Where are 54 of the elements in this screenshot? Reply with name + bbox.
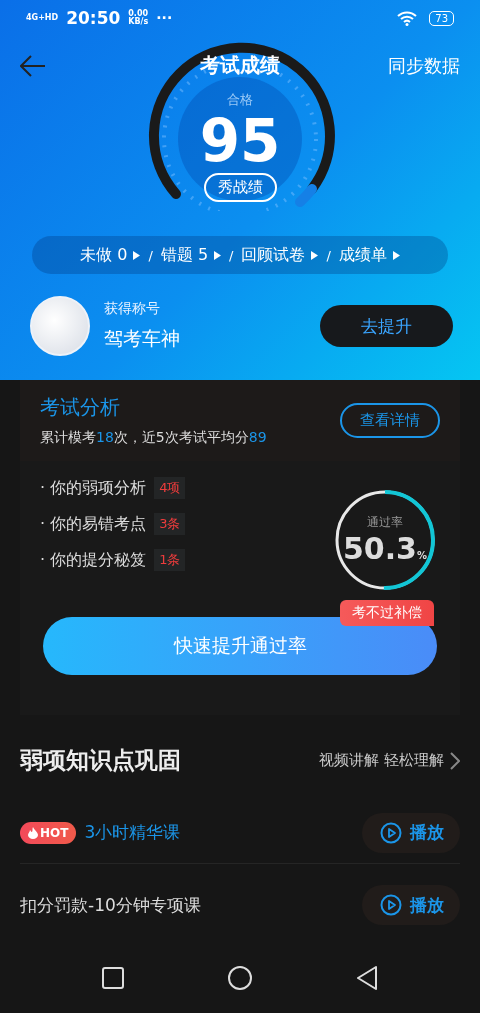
recents-icon[interactable]: [102, 967, 124, 989]
wifi-icon: [397, 10, 418, 26]
analysis-item[interactable]: · 你的提分秘笈: [40, 549, 147, 571]
play-icon: [380, 821, 402, 844]
avatar: [30, 296, 90, 356]
triangle-right-icon: [311, 250, 319, 260]
pass-rate-label: 通过率: [367, 514, 403, 531]
video-link[interactable]: 视频讲解 轻松理解: [319, 751, 460, 770]
analysis-item[interactable]: · 你的弱项分析: [40, 477, 147, 499]
result-text: 合格: [227, 91, 253, 109]
network-indicator: 4G+HD: [26, 14, 59, 22]
play-icon: [380, 894, 402, 916]
count-badge: 4项: [154, 477, 186, 499]
speed-text: 0.00: [128, 10, 149, 18]
clock-text: 20:50: [66, 8, 121, 28]
shortcut-link[interactable]: 错题 5: [160, 244, 222, 266]
analysis-title: 考试分析: [40, 394, 121, 421]
section-title: 弱项知识点巩固: [20, 746, 181, 775]
sync-data-link[interactable]: 同步数据: [388, 53, 460, 78]
separator-text: /: [326, 247, 331, 263]
play-button[interactable]: 播放: [362, 885, 460, 925]
more-text: ···: [156, 11, 173, 25]
improve-button[interactable]: 去提升: [320, 305, 453, 347]
play-button[interactable]: 播放: [362, 812, 460, 853]
summary-text: 累计模考18次，近5次考试平均分89: [40, 429, 267, 447]
score-value: 95: [199, 109, 281, 173]
battery-indicator: 73: [429, 10, 454, 26]
triangle-right-icon: [392, 250, 400, 260]
chevron-right-icon: [450, 751, 460, 770]
view-details-button[interactable]: 查看详情: [340, 403, 440, 438]
separator-text: /: [148, 247, 153, 263]
separator-text: /: [229, 247, 234, 263]
shortcut-link[interactable]: 未做 0: [80, 244, 141, 266]
course-title[interactable]: 3小时精华课: [84, 821, 362, 844]
share-score-button[interactable]: 秀战绩: [203, 173, 277, 202]
course-title[interactable]: 扣分罚款-10分钟专项课: [20, 893, 362, 917]
count-badge: 1条: [154, 549, 186, 571]
compensation-tag: 考不过补偿: [340, 600, 434, 626]
back-arrow-icon[interactable]: [20, 54, 46, 77]
triangle-right-icon: [133, 250, 141, 260]
home-icon[interactable]: [228, 966, 252, 990]
pass-rate-value: 50.3%: [342, 531, 428, 566]
shortcut-link[interactable]: 回顾试卷: [241, 244, 319, 266]
title-caption: 获得称号: [104, 300, 161, 318]
triangle-right-icon: [214, 250, 222, 260]
speed-unit-text: KB/s: [128, 18, 149, 26]
shortcut-link[interactable]: 成绩单: [338, 244, 400, 266]
count-badge: 3条: [154, 513, 186, 535]
flame-icon: [28, 826, 38, 839]
back-icon[interactable]: [356, 966, 378, 990]
page-title: 考试成绩: [200, 52, 280, 79]
earned-title: 驾考车神: [104, 326, 181, 351]
analysis-item[interactable]: · 你的易错考点: [40, 513, 147, 535]
hot-badge: HOT: [20, 821, 77, 844]
